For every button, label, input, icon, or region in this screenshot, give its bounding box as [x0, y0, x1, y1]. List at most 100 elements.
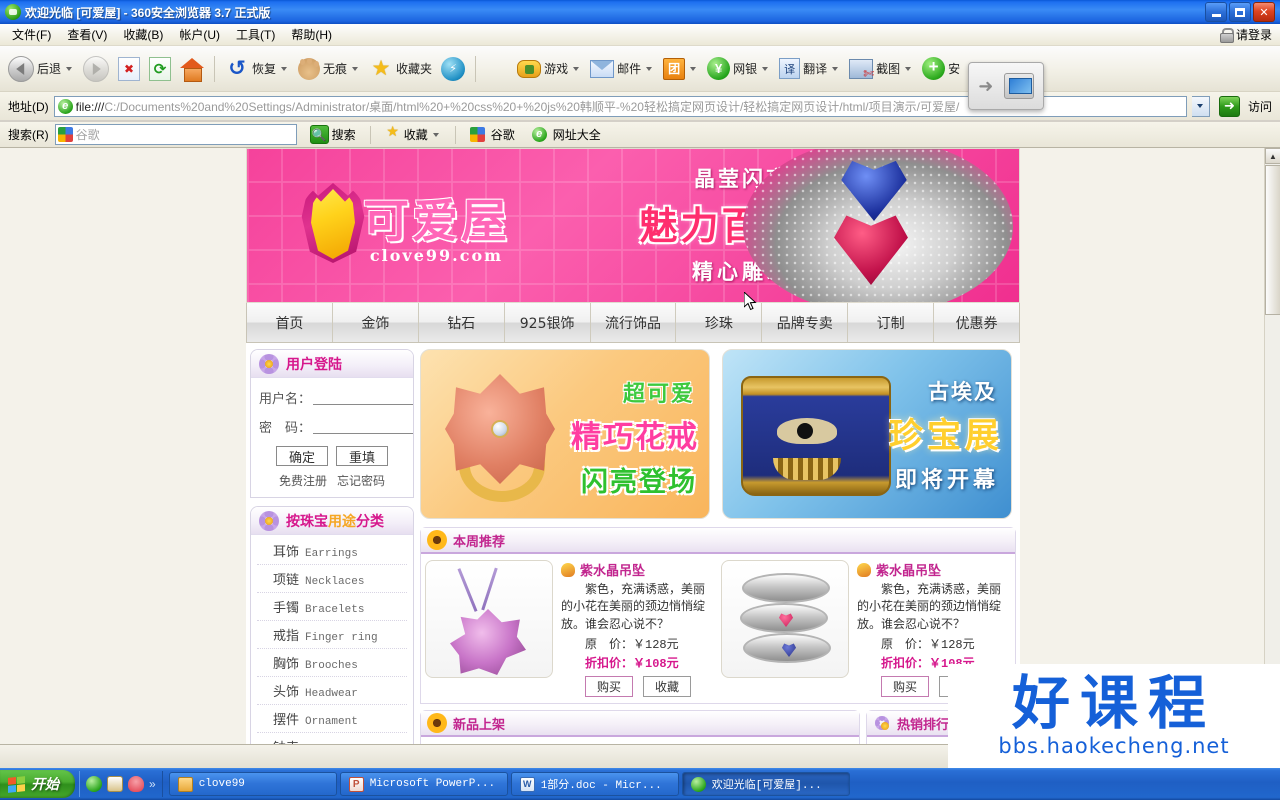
chevron-down-icon[interactable]: [905, 66, 912, 71]
favorite-button[interactable]: 收藏: [643, 676, 691, 698]
product-image-rings[interactable]: [721, 560, 849, 678]
sites-link[interactable]: 网址大全: [526, 124, 606, 145]
chevron-down-icon[interactable]: [690, 66, 697, 71]
nav-item-pearl[interactable]: 珍珠: [676, 303, 763, 342]
scroll-thumb[interactable]: [1265, 165, 1280, 315]
nav-item-home[interactable]: 首页: [247, 303, 333, 342]
quicklaunch-overflow-icon[interactable]: »: [149, 777, 156, 791]
menu-file[interactable]: 文件(F): [4, 24, 59, 45]
nav-item-custom[interactable]: 订制: [848, 303, 935, 342]
go-button[interactable]: ➜ 访问: [1215, 95, 1276, 117]
chevron-down-icon[interactable]: [762, 66, 769, 71]
search-submit-button[interactable]: 🔍 搜索: [303, 123, 361, 146]
back-arrow-icon: [8, 55, 34, 82]
chevron-down-icon[interactable]: [352, 66, 359, 71]
menu-view[interactable]: 查看(V): [59, 24, 115, 45]
nav-item-silver925[interactable]: 925银饰: [505, 303, 591, 342]
nav-item-brand[interactable]: 品牌专卖: [762, 303, 849, 342]
product-image-pendant[interactable]: [425, 560, 553, 678]
nav-item-diamond[interactable]: 钻石: [419, 303, 505, 342]
product-list: 紫水晶吊坠 紫色，充满诱惑，美丽的小花在美丽的颈边悄悄绽放。谁会忍心说不？ 原 …: [421, 554, 1015, 703]
new-arrivals-header: 新品上架: [421, 710, 859, 738]
nav-item-gold[interactable]: 金饰: [333, 303, 419, 342]
register-link[interactable]: 免费注册: [279, 472, 327, 489]
refresh-button[interactable]: [145, 50, 175, 88]
address-dropdown-button[interactable]: [1191, 95, 1210, 117]
floating-toolbar-widget[interactable]: ➜: [968, 62, 1044, 110]
password-input[interactable]: [313, 419, 413, 434]
original-price-row: 原 价：￥128元: [881, 637, 975, 653]
games-button[interactable]: 游戏: [513, 50, 585, 88]
qq-quicklaunch-icon[interactable]: [128, 776, 144, 792]
search-input[interactable]: 谷歌: [54, 124, 297, 145]
category-item-ornament[interactable]: 摆件 Ornament: [257, 705, 407, 733]
monitor-icon[interactable]: [1003, 73, 1034, 99]
forgot-password-link[interactable]: 忘记密码: [337, 472, 385, 489]
login-reset-button[interactable]: 重填: [336, 446, 388, 466]
buy-button[interactable]: 购买: [881, 676, 929, 698]
home-button[interactable]: [176, 50, 208, 88]
category-item-horologe[interactable]: 钟表 Horologe: [257, 733, 407, 744]
capture-button[interactable]: 截图: [845, 50, 917, 88]
accelerator-button[interactable]: [437, 50, 469, 88]
sunflower-icon: [424, 527, 450, 553]
promo-banner-egypt[interactable]: 古埃及 珍宝展 即将开幕: [722, 349, 1012, 519]
page-viewport: 可爱屋 clove99.com 晶莹闪亮 魅力百分百 精心雕琢 首页 金饰 钻石…: [0, 148, 1280, 744]
chevron-down-icon[interactable]: [832, 66, 839, 71]
buy-button[interactable]: 购买: [585, 676, 633, 698]
browser-quicklaunch-icon[interactable]: [86, 776, 102, 792]
chevron-down-icon[interactable]: [573, 66, 580, 71]
translate-button[interactable]: 译 翻译: [775, 50, 844, 88]
taskbar: 开始 » clove99 Microsoft PowerP... 1部分.doc…: [0, 768, 1280, 800]
add-favorite-button[interactable]: ★ 收藏: [380, 122, 446, 148]
task-button[interactable]: 1部分.doc - Micr...: [510, 772, 679, 796]
forward-button[interactable]: [79, 50, 113, 88]
chevron-down-icon[interactable]: [281, 66, 288, 71]
login-prompt[interactable]: 请登录: [1236, 26, 1272, 43]
category-item-finger-ring[interactable]: 戒指 Finger ring: [257, 621, 407, 649]
scroll-up-button[interactable]: ▲: [1265, 148, 1280, 164]
google-link[interactable]: 谷歌: [465, 124, 520, 145]
category-item-bracelets[interactable]: 手镯 Bracelets: [257, 593, 407, 621]
arrow-right-icon[interactable]: ➜: [978, 76, 993, 97]
login-submit-button[interactable]: 确定: [276, 446, 328, 466]
start-button[interactable]: 开始: [0, 770, 75, 798]
chevron-down-icon[interactable]: [432, 132, 439, 137]
category-item-earrings[interactable]: 耳饰 Earrings: [257, 537, 407, 565]
menu-account[interactable]: 帐户(U): [171, 24, 228, 45]
close-button[interactable]: ✕: [1253, 2, 1275, 22]
back-button[interactable]: 后退: [4, 50, 78, 88]
nav-item-fashion[interactable]: 流行饰品: [591, 303, 677, 342]
menu-help[interactable]: 帮助(H): [283, 24, 340, 45]
minimize-button[interactable]: [1205, 2, 1227, 22]
sunflower-icon: [424, 710, 450, 737]
menu-favorites[interactable]: 收藏(B): [115, 24, 171, 45]
maximize-button[interactable]: [1229, 2, 1251, 22]
task-button[interactable]: clove99: [168, 772, 337, 796]
private-mode-button[interactable]: 无痕: [294, 50, 364, 88]
nav-item-coupon[interactable]: 优惠券: [934, 303, 1019, 342]
task-button-active[interactable]: 欢迎光临[可爱屋]...: [681, 772, 850, 796]
chevron-down-icon[interactable]: [646, 66, 653, 71]
product-name[interactable]: 紫水晶吊坠: [857, 560, 1011, 579]
add-button[interactable]: + 安: [918, 50, 964, 88]
site-logo[interactable]: 可爱屋 clove99.com: [295, 177, 510, 265]
chevron-down-icon[interactable]: [66, 66, 73, 71]
group-button[interactable]: 团: [659, 50, 702, 88]
stop-button[interactable]: [114, 50, 144, 88]
restore-button[interactable]: ↺ 恢复: [221, 50, 293, 88]
task-button[interactable]: Microsoft PowerP...: [339, 772, 508, 796]
category-item-necklaces[interactable]: 项链 Necklaces: [257, 565, 407, 593]
bank-button[interactable]: ¥ 网银: [703, 50, 774, 88]
category-item-brooches[interactable]: 胸饰 Brooches: [257, 649, 407, 677]
mail-button[interactable]: 邮件: [586, 50, 658, 88]
favorites-button[interactable]: ★ 收藏夹: [365, 50, 436, 88]
menu-tools[interactable]: 工具(T): [228, 24, 283, 45]
username-input[interactable]: [313, 390, 413, 405]
category-item-headwear[interactable]: 头饰 Headwear: [257, 677, 407, 705]
notes-quicklaunch-icon[interactable]: [107, 776, 123, 792]
promo-banner-flower-ring[interactable]: 超可爱 精巧花戒 闪亮登场: [420, 349, 710, 519]
page-scrollbar[interactable]: ▲ ▼: [1264, 148, 1280, 744]
product-name[interactable]: 紫水晶吊坠: [561, 560, 715, 579]
category-en: Ornament: [305, 716, 358, 728]
